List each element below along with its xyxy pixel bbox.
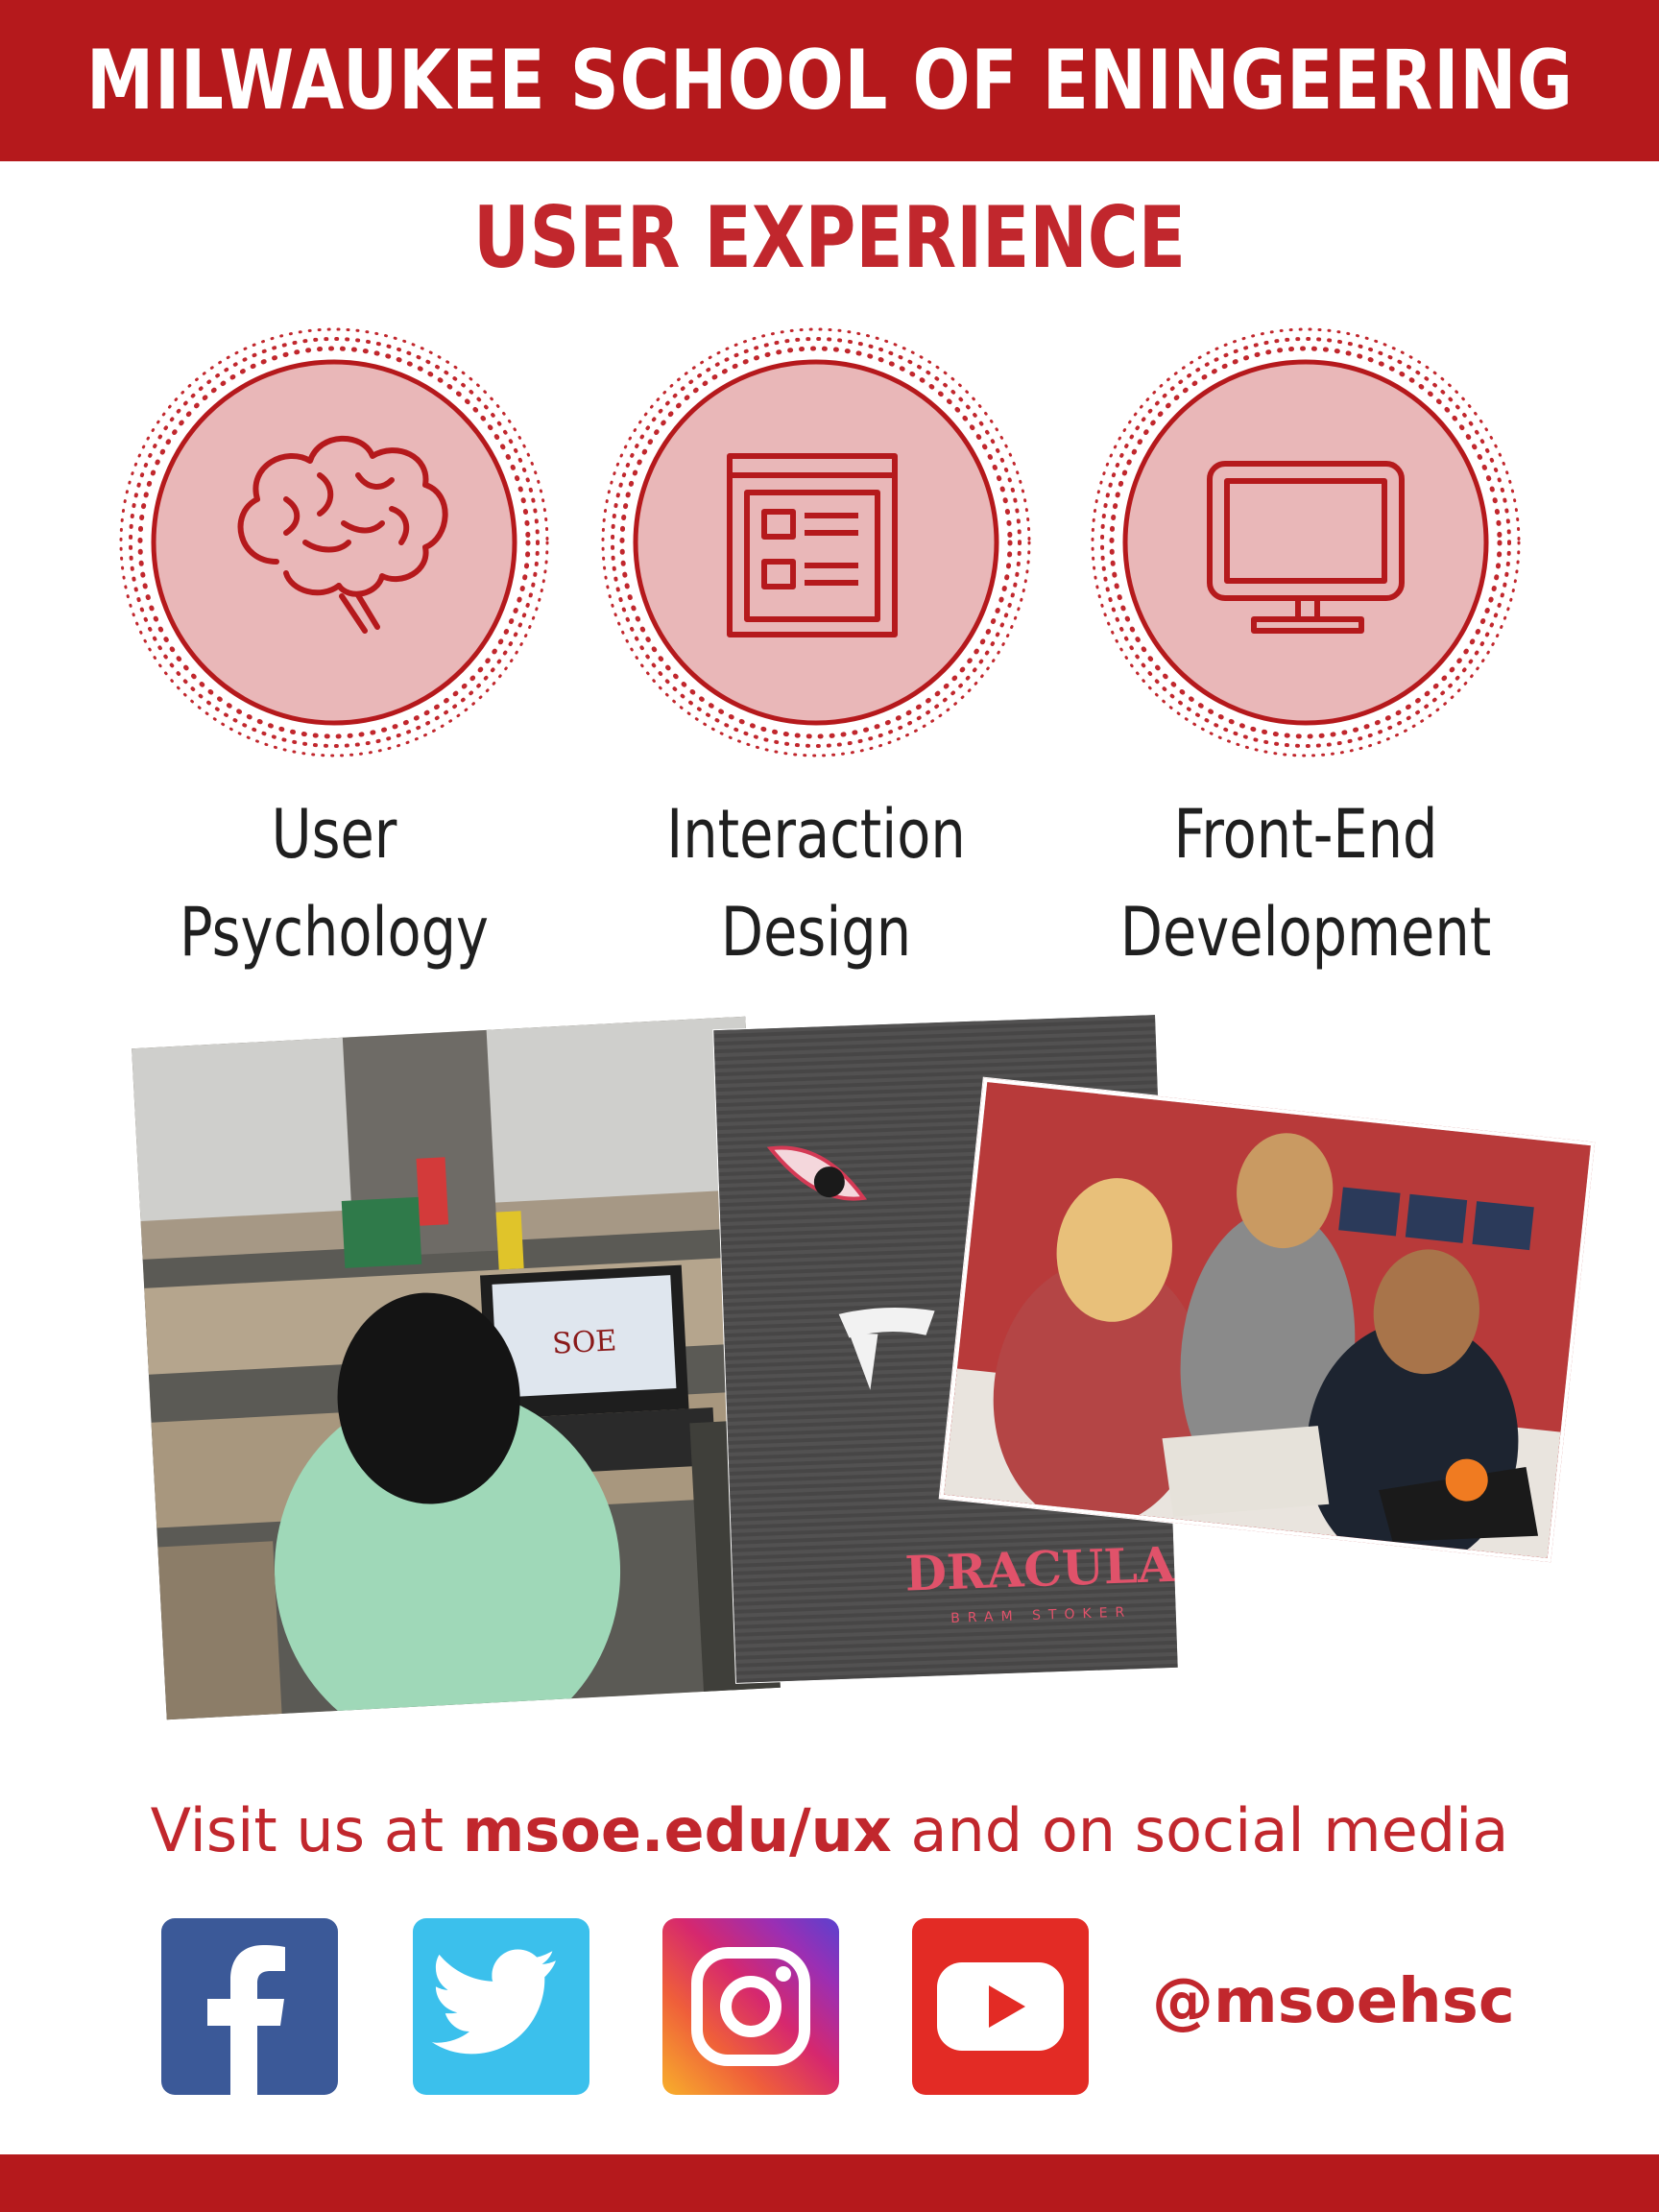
poster-title: DRACULA [904, 1536, 1177, 1602]
instagram-icon[interactable] [662, 1918, 839, 2095]
header-banner: MILWAUKEE SCHOOL OF ENINGEERING [0, 0, 1659, 161]
laptop-screen-logo: SOE [551, 1324, 617, 1360]
classroom-photo: SOE [132, 1016, 781, 1720]
feature-label-interaction-design: Interaction Design [666, 795, 966, 972]
page-title: MILWAUKEE SCHOOL OF ENINGEERING [85, 33, 1574, 129]
brain-icon [237, 435, 448, 634]
footer-bar [0, 2154, 1659, 2212]
feature-front-end-development [1085, 322, 1527, 763]
website-link[interactable]: msoe.edu/ux [463, 1795, 892, 1865]
photo-collage: SOE DRACULA BRAM STOKER [132, 1013, 1613, 1762]
students-illustration [944, 1082, 1591, 1563]
students-photo [939, 1077, 1596, 1563]
feature-label-front-end-development: Front-End Development [1119, 795, 1492, 972]
facebook-icon[interactable] [161, 1918, 338, 2095]
classroom-illustration: SOE [132, 1016, 781, 1720]
social-handle[interactable]: @msoehsc [1152, 1966, 1515, 2037]
twitter-icon[interactable] [413, 1918, 589, 2095]
webpage-icon [727, 453, 898, 637]
visit-line: Visit us at msoe.edu/ux and on social me… [150, 1795, 1509, 1865]
feature-user-psychology [113, 322, 555, 763]
feature-interaction-design [595, 322, 1037, 763]
page-subtitle: USER EXPERIENCE [472, 188, 1186, 287]
feature-label-user-psychology: User Psychology [179, 795, 490, 972]
monitor-icon [1207, 461, 1405, 634]
youtube-icon[interactable] [912, 1918, 1089, 2095]
